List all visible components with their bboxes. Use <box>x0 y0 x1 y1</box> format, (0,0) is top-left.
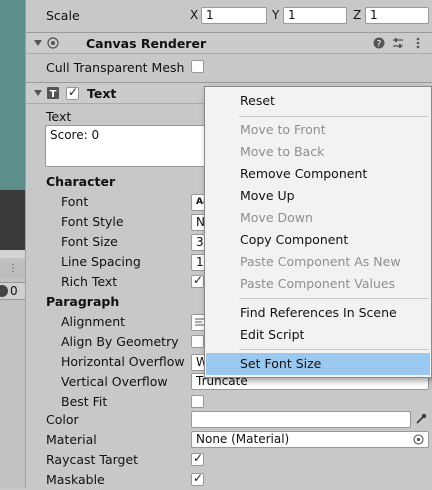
menu-separator <box>239 116 429 117</box>
menu-item-remove-component[interactable]: Remove Component <box>206 163 430 185</box>
scale-row: Scale X 1 Y 1 Z 1 <box>26 0 432 30</box>
scale-x-field[interactable]: 1 <box>201 7 267 24</box>
menu-item-reset[interactable]: Reset <box>206 90 430 112</box>
color-field[interactable] <box>191 411 411 428</box>
left-panel: ⋮ 0 <box>0 0 25 488</box>
preset-icon[interactable] <box>392 37 404 49</box>
text-component-icon: T <box>47 87 59 99</box>
align-geometry-checkbox[interactable] <box>191 335 204 348</box>
menu-item-move-up[interactable]: Move Up <box>206 185 430 207</box>
best-fit-row: Best Fit <box>26 392 432 412</box>
menu-item-copy-component[interactable]: Copy Component <box>206 229 430 251</box>
collapse-triangle-icon[interactable] <box>34 90 42 96</box>
rich-text-label: Rich Text <box>61 274 118 289</box>
context-menu: Reset Move to Front Move to Back Remove … <box>204 86 432 378</box>
eyedropper-icon[interactable] <box>415 413 427 425</box>
best-fit-label: Best Fit <box>61 394 108 409</box>
console-badge[interactable]: 0 <box>0 282 25 300</box>
cull-checkbox[interactable] <box>191 60 204 73</box>
material-label: Material <box>46 432 97 447</box>
color-label: Color <box>46 412 79 427</box>
menu-item-move-to-back: Move to Back <box>240 144 325 159</box>
menu-item-paste-values: Paste Component Values <box>240 276 396 291</box>
collapse-triangle-icon[interactable] <box>34 40 42 46</box>
v-overflow-label: Vertical Overflow <box>61 374 168 389</box>
raycast-label: Raycast Target <box>46 452 139 467</box>
scale-y-field[interactable]: 1 <box>283 7 347 24</box>
best-fit-checkbox[interactable] <box>191 395 204 408</box>
font-size-label: Font Size <box>61 234 118 249</box>
raycast-row: Raycast Target <box>26 450 432 470</box>
menu-item-find-references[interactable]: Find References In Scene <box>206 302 430 324</box>
font-style-label: Font Style <box>61 214 124 229</box>
maskable-row: Maskable <box>26 470 432 490</box>
line-spacing-label: Line Spacing <box>61 254 141 269</box>
raycast-checkbox[interactable] <box>191 451 204 466</box>
component-title: Text <box>87 86 117 101</box>
paragraph-heading: Paragraph <box>46 294 120 309</box>
material-field[interactable]: None (Material) <box>191 431 429 448</box>
menu-separator <box>239 349 429 350</box>
panel-menu-icon[interactable]: ⋮ <box>0 262 25 278</box>
alignment-label: Alignment <box>61 314 126 329</box>
menu-item-move-down: Move Down <box>240 210 313 225</box>
panel-divider <box>0 250 25 258</box>
color-row: Color <box>26 410 432 430</box>
menu-item-edit-script[interactable]: Edit Script <box>206 324 430 346</box>
component-title: Canvas Renderer <box>86 36 207 51</box>
more-options-icon[interactable] <box>412 37 424 49</box>
scale-x-label: X <box>190 8 199 22</box>
maskable-label: Maskable <box>46 472 105 487</box>
scale-z-label: Z <box>353 8 362 22</box>
material-row: Material None (Material) <box>26 430 432 450</box>
h-overflow-label: Horizontal Overflow <box>61 354 185 369</box>
character-heading: Character <box>46 174 116 189</box>
scale-z-field[interactable]: 1 <box>365 7 429 24</box>
maskable-checkbox[interactable] <box>191 471 204 486</box>
game-view[interactable] <box>0 190 25 250</box>
help-icon[interactable]: ? <box>373 37 385 49</box>
menu-separator <box>239 298 429 299</box>
align-geometry-label: Align By Geometry <box>61 334 179 349</box>
text-label: Text <box>46 109 72 124</box>
menu-item-set-font-size[interactable]: Set Font Size <box>206 353 430 375</box>
scene-view[interactable] <box>0 0 25 190</box>
svg-text:?: ? <box>377 40 382 50</box>
canvas-renderer-icon <box>47 37 59 49</box>
menu-item-move-to-front: Move to Front <box>240 122 326 137</box>
svg-text:T: T <box>50 89 57 99</box>
text-enabled-checkbox[interactable] <box>66 85 79 100</box>
badge-count: 0 <box>10 284 18 298</box>
scale-y-label: Y <box>272 8 280 22</box>
cull-row: Cull Transparent Mesh <box>26 57 432 77</box>
rich-text-checkbox[interactable] <box>191 273 204 288</box>
scale-label: Scale <box>46 8 80 23</box>
menu-item-paste-as-new: Paste Component As New <box>240 254 401 269</box>
text-value-area[interactable]: Score: 0 <box>45 125 230 167</box>
cull-label: Cull Transparent Mesh <box>46 60 185 75</box>
font-label: Font <box>61 194 89 209</box>
canvas-renderer-header[interactable]: Canvas Renderer ? <box>26 32 432 54</box>
info-icon <box>0 285 8 297</box>
object-picker-icon[interactable] <box>413 434 424 445</box>
